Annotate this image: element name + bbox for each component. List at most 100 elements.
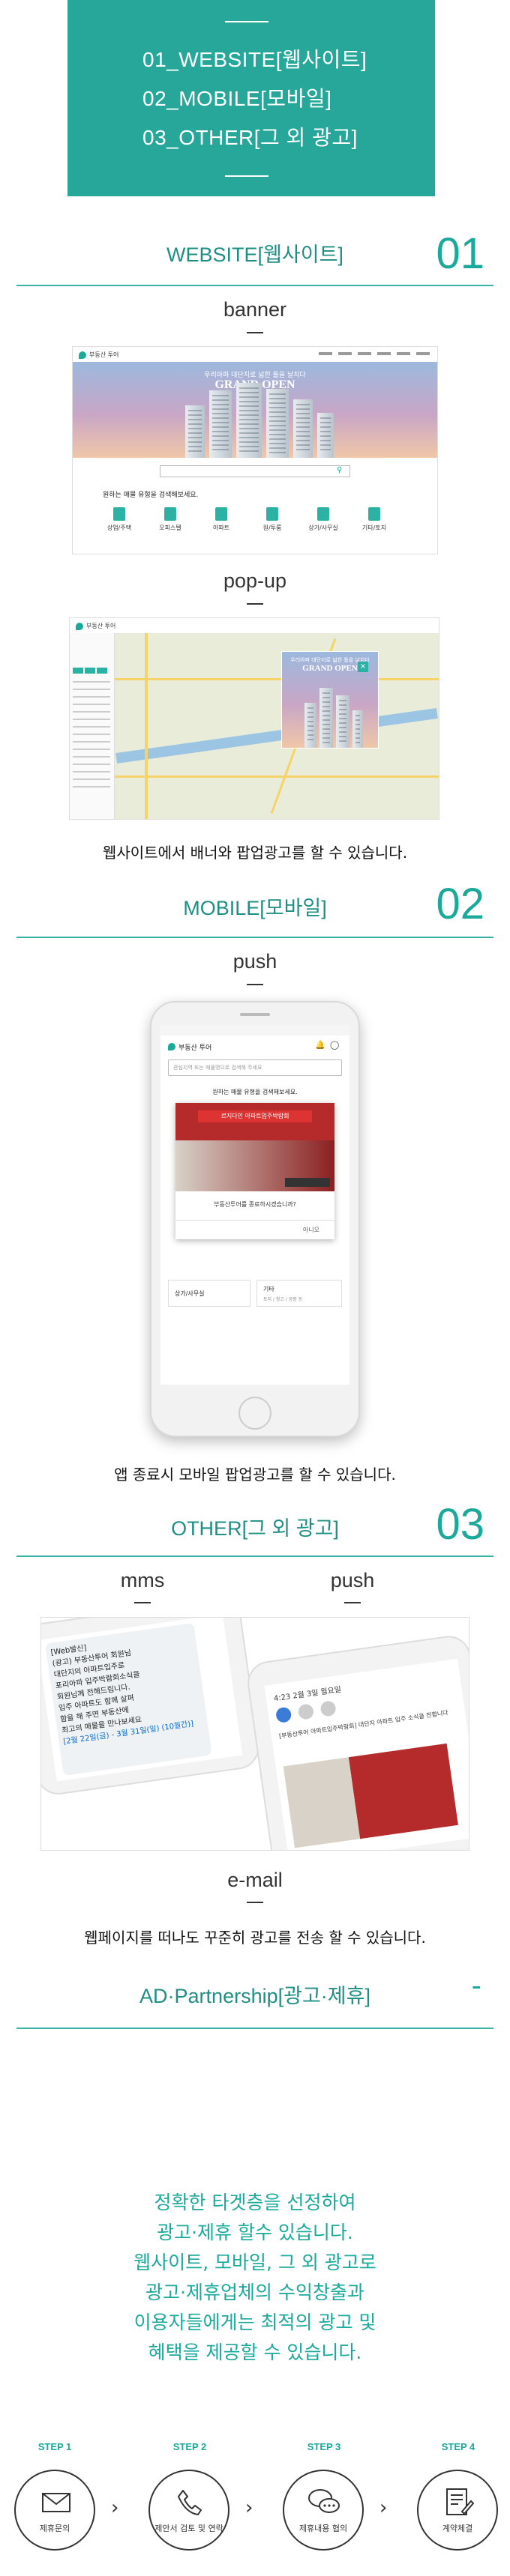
step-3-circle: 제휴내용 협의 xyxy=(283,2470,364,2551)
site-logo-icon xyxy=(76,623,83,630)
website-desc: 웹사이트에서 배너와 팝업광고를 할 수 있습니다. xyxy=(102,844,408,862)
step-2-caption: 제안서 검토 및 연락 xyxy=(154,2524,224,2533)
app-prompt: 원하는 매물 유형을 검색해보세요. xyxy=(212,1089,298,1095)
push-screen: 4:23 2월 3일 월요일 [부동산투어 아파트입주박람회] 대단지 아파트 … xyxy=(264,1658,469,1850)
app-search-input[interactable]: 관심지역 또는 매물명으로 검색해 주세요 xyxy=(168,1059,342,1076)
rotate-toggle-icon[interactable] xyxy=(320,1700,337,1717)
app-logo-icon xyxy=(168,1043,176,1050)
mms-phone: [Web발신] (광고) 부동산투어 회원님 대단지의 아파트입주로 포리아파 … xyxy=(41,1618,262,1798)
mms-underline xyxy=(134,1602,151,1603)
popup-label: pop-up xyxy=(223,569,287,592)
other-push-label: push xyxy=(330,1569,375,1591)
other-title: OTHER[그 외 광고] xyxy=(171,1517,339,1540)
filter-sidebar[interactable] xyxy=(70,633,115,819)
category-tile[interactable]: 원/투룸 xyxy=(256,504,289,537)
partnership-toggle-icon[interactable]: - xyxy=(472,1969,482,2003)
mms-screen: [Web발신] (광고) 부동산투어 회원님 대단지의 아파트입주로 포리아파 … xyxy=(41,1618,243,1782)
site-hero-banner[interactable]: 우리아파 대단지로 넓힌 틀을 날치다 GRAND OPEN xyxy=(73,362,437,458)
step-4-circle: 계약체결 xyxy=(417,2470,498,2551)
banner-underline xyxy=(247,332,263,333)
category-tile[interactable]: 상가/사무실 xyxy=(307,504,340,537)
phone-icon xyxy=(178,2490,202,2515)
phone-home-button[interactable] xyxy=(238,1397,272,1430)
building xyxy=(266,389,289,458)
partnership-line: 정확한 타겟층을 선정하여 xyxy=(154,2192,356,2213)
notification-icon[interactable]: 🔔 xyxy=(315,1040,326,1050)
banner-label: banner xyxy=(223,298,287,321)
partnership-line: 혜택을 제공할 수 있습니다. xyxy=(148,2341,362,2363)
toc-item-mobile[interactable]: 02_MOBILE[모바일] xyxy=(142,82,332,112)
push-ad-image[interactable] xyxy=(283,1743,458,1848)
website-popup-mock: 부동산 투어 우리아파 대단지로 넓힌 틀을 날치다 GRAND OPEN × xyxy=(69,617,440,820)
website-rule xyxy=(16,285,494,286)
site-logo: 부동산 투어 xyxy=(89,351,119,358)
step-4-caption: 계약체결 xyxy=(442,2524,473,2533)
profile-icon[interactable]: ◯ xyxy=(330,1040,339,1050)
mobile-rule xyxy=(16,937,494,938)
envelope-icon xyxy=(42,2493,70,2512)
site-search-input[interactable] xyxy=(160,465,350,477)
step-1-caption: 제휴문의 xyxy=(39,2524,70,2533)
app-tile-shop[interactable]: 상가/사무실 xyxy=(168,1280,250,1307)
email-underline xyxy=(247,1902,263,1903)
other-push-underline xyxy=(344,1602,361,1603)
site-logo-icon xyxy=(79,351,86,359)
step-4-label: STEP 4 xyxy=(441,2441,476,2452)
website-number: 01 xyxy=(436,229,484,278)
toc-bottom-bar xyxy=(225,175,268,177)
push-date: 4:23 2월 3일 월요일 xyxy=(273,1685,342,1704)
chevron-right-icon: › xyxy=(380,2497,388,2519)
toc-item-other[interactable]: 03_OTHER[그 외 광고] xyxy=(142,121,358,151)
other-mock-image: [Web발신] (광고) 부동산투어 회원님 대단지의 아파트입주로 포리아파 … xyxy=(40,1617,470,1851)
step-3-label: STEP 3 xyxy=(307,2441,341,2452)
partnership-line: 이용자들에게는 최적의 광고 및 xyxy=(134,2312,376,2333)
mobile-phone-mock: 부동산 투어 🔔 ◯ 관심지역 또는 매물명으로 검색해 주세요 원하는 매물 … xyxy=(150,1001,360,1437)
building xyxy=(293,399,313,458)
exit-popup: 르지다인 아파트입주박람회 부동산투어를 종료하시겠습니까? 아니오 xyxy=(176,1103,334,1239)
exit-cancel-button[interactable]: 아니오 xyxy=(303,1226,320,1234)
wifi-toggle-icon[interactable] xyxy=(274,1706,292,1724)
partnership-line: 웹사이트, 모바일, 그 외 광고로 xyxy=(134,2252,376,2273)
mms-bubble: [Web발신] (광고) 부동산투어 회원님 대단지의 아파트입주로 포리아파 … xyxy=(45,1622,212,1776)
category-tile[interactable]: 기타/토지 xyxy=(358,504,391,537)
popup-close-icon[interactable]: × xyxy=(358,662,368,672)
other-rule xyxy=(16,1555,494,1557)
other-number: 03 xyxy=(436,1500,484,1549)
mobile-number: 02 xyxy=(436,880,484,928)
email-label: e-mail xyxy=(227,1869,283,1891)
popup-underline xyxy=(247,603,263,605)
chevron-right-icon: › xyxy=(245,2497,254,2519)
app-tile-etc[interactable]: 기타 토지 / 창고 / 공장 등 xyxy=(256,1280,342,1307)
phone-screen: 부동산 투어 🔔 ◯ 관심지역 또는 매물명으로 검색해 주세요 원하는 매물 … xyxy=(160,1025,350,1385)
mms-label: mms xyxy=(120,1569,165,1591)
sound-toggle-icon[interactable] xyxy=(297,1703,315,1720)
search-icon[interactable]: ⚲ xyxy=(337,466,342,474)
category-tile[interactable]: 오피스텔 xyxy=(154,504,187,537)
step-3-caption: 제휴내용 협의 xyxy=(298,2524,348,2533)
toc-top-bar xyxy=(225,21,268,22)
partnership-line: 광고·제휴 할수 있습니다. xyxy=(157,2222,353,2243)
building xyxy=(185,405,205,458)
category-tile[interactable]: 상업/주택 xyxy=(103,504,136,537)
building xyxy=(317,413,334,458)
step-2-circle: 제안서 검토 및 연락 xyxy=(148,2470,230,2551)
building xyxy=(209,390,232,458)
partnership-line: 광고·제휴업체의 수익창출과 xyxy=(146,2282,364,2303)
push-underline xyxy=(247,984,263,985)
building xyxy=(236,383,262,458)
chevron-right-icon: › xyxy=(111,2497,119,2519)
website-title: WEBSITE[웹사이트] xyxy=(166,244,344,266)
other-desc: 웹페이지를 떠나도 꾸준히 광고를 전송 할 수 있습니다. xyxy=(84,1929,426,1947)
site-map[interactable] xyxy=(115,633,439,819)
site-top-menu[interactable] xyxy=(319,352,431,355)
push-phone: 4:23 2월 3일 월요일 [부동산투어 아파트입주박람회] 대단지 아파트 … xyxy=(244,1633,469,1850)
chat-icon xyxy=(308,2489,340,2513)
exit-popup-ad[interactable]: 르지다인 아파트입주박람회 xyxy=(176,1103,334,1191)
category-tile[interactable]: 아파트 xyxy=(205,504,238,537)
push-label: push xyxy=(232,950,278,973)
step-2-label: STEP 2 xyxy=(172,2441,207,2452)
step-1-circle: 제휴문의 xyxy=(14,2470,95,2551)
toc-box: 01_WEBSITE[웹사이트] 02_MOBILE[모바일] 03_OTHER… xyxy=(68,0,435,196)
site-search-prompt: 원하는 매물 유형을 검색해보세요. xyxy=(103,492,199,499)
toc-item-website[interactable]: 01_WEBSITE[웹사이트] xyxy=(142,43,367,73)
